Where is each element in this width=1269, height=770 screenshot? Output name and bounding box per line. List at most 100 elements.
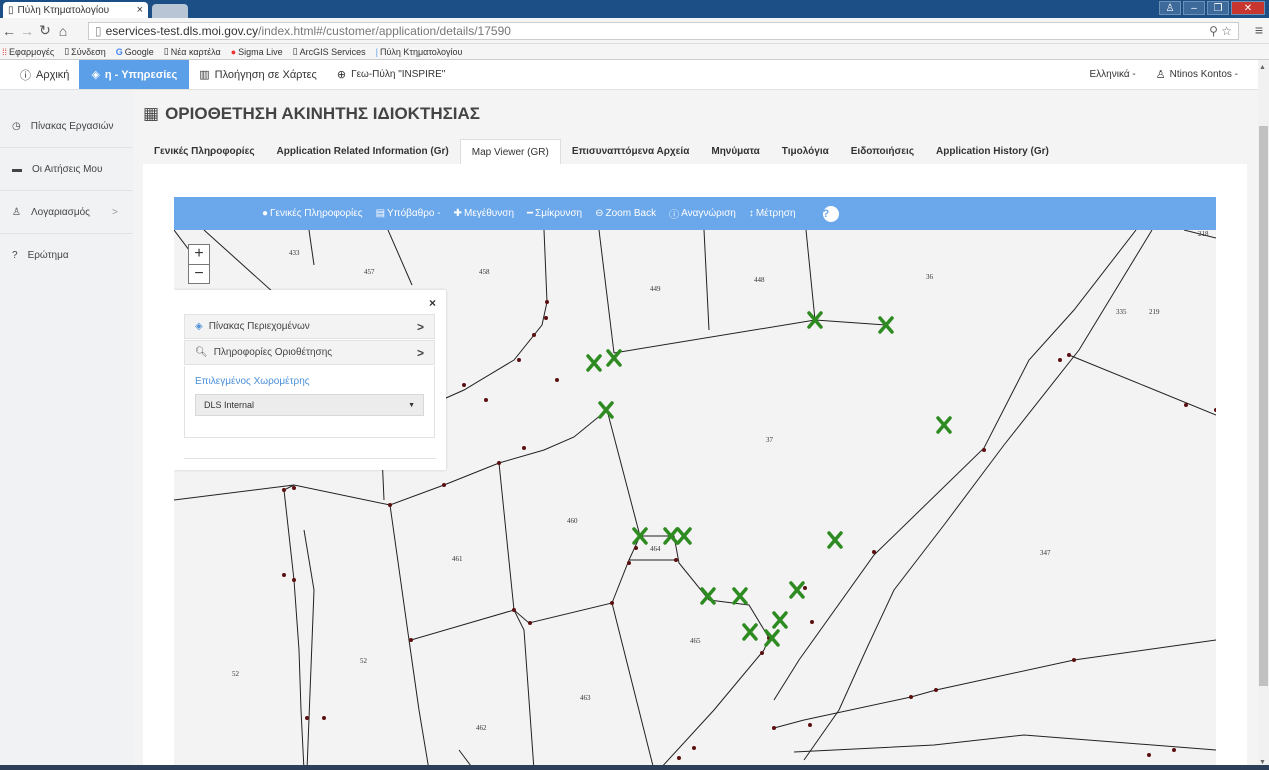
os-taskbar bbox=[0, 765, 1269, 770]
bookmark-sigma[interactable]: ● Sigma Live bbox=[231, 47, 283, 57]
survey-marker-icon[interactable] bbox=[827, 531, 843, 549]
sidebar-item-my-applications[interactable]: ▬ Οι Αιτήσεις Μου bbox=[0, 148, 133, 191]
minimize-button[interactable]: – bbox=[1183, 1, 1205, 15]
menu-icon[interactable]: ≡ bbox=[1255, 22, 1263, 38]
sidebar-item-account[interactable]: ♙ Λογαριασμός > bbox=[0, 191, 133, 234]
clock-icon: ◷ bbox=[12, 120, 21, 132]
nav-home[interactable]: ⓘ Αρχική bbox=[0, 60, 79, 89]
bookmark-portal[interactable]: | Πύλη Κτηματολογίου bbox=[376, 47, 463, 57]
survey-marker-icon[interactable] bbox=[772, 611, 788, 629]
survey-marker-icon[interactable] bbox=[676, 527, 692, 545]
surveyor-select[interactable]: DLS Internal ▼ bbox=[195, 394, 424, 416]
tab-messages[interactable]: Μηνύματα bbox=[700, 139, 770, 165]
map-zoom-out-button[interactable]: − bbox=[189, 264, 209, 283]
survey-marker-icon[interactable] bbox=[700, 587, 716, 605]
survey-marker-icon[interactable] bbox=[598, 401, 614, 419]
vertex-point bbox=[409, 638, 413, 642]
zoom-back-button[interactable]: ⊖ Zoom Back bbox=[595, 208, 656, 219]
reload-icon[interactable]: ↻ bbox=[36, 22, 54, 39]
tab-attachments[interactable]: Επισυναπτόμενα Αρχεία bbox=[561, 139, 701, 165]
parcel-label: 462 bbox=[476, 724, 487, 732]
forward-icon[interactable]: → bbox=[18, 23, 36, 39]
parcel-boundary bbox=[703, 230, 710, 331]
survey-marker-icon[interactable] bbox=[732, 587, 748, 605]
close-panel-button[interactable]: × bbox=[429, 296, 436, 310]
help-icon[interactable]: ? bbox=[822, 205, 839, 222]
vertex-point bbox=[909, 695, 913, 699]
sidebar-item-dashboard[interactable]: ◷ Πίνακας Εργασιών bbox=[0, 105, 133, 148]
page-scrollbar[interactable]: ▲ ▼ bbox=[1258, 60, 1269, 770]
bookmark-google[interactable]: G Google bbox=[116, 47, 154, 57]
map-zoom-control: + − bbox=[188, 244, 210, 284]
home-icon[interactable]: ⌂ bbox=[54, 23, 72, 39]
url-path: /index.html#/customer/application/detail… bbox=[258, 24, 511, 38]
zoom-out-button[interactable]: ━ Σμίκρυνση bbox=[527, 208, 582, 219]
browser-tab[interactable]: ▯ Πύλη Κτηματολογίου × bbox=[3, 2, 148, 18]
vertex-point bbox=[1067, 353, 1071, 357]
vertex-point bbox=[388, 503, 392, 507]
vertex-point bbox=[808, 723, 812, 727]
vertex-point bbox=[1072, 658, 1076, 662]
tab-map-viewer[interactable]: Map Viewer (GR) bbox=[459, 139, 561, 165]
tab-history[interactable]: Application History (Gr) bbox=[925, 139, 1060, 165]
parcel-label: 52 bbox=[232, 670, 240, 678]
survey-marker-icon[interactable] bbox=[789, 581, 805, 599]
vertex-point bbox=[532, 333, 536, 337]
sidebar-item-query[interactable]: ? Ερώτημα bbox=[0, 234, 133, 277]
nav-map-navigation[interactable]: ▥ Πλοήγηση σε Χάρτες bbox=[189, 60, 327, 89]
tab-notifications[interactable]: Ειδοποιήσεις bbox=[840, 139, 925, 165]
url-field[interactable]: ▯ eservices-test.dls.moi.gov.cy/index.ht… bbox=[88, 22, 1239, 40]
scrollbar-thumb[interactable] bbox=[1259, 126, 1268, 686]
bookmark-login[interactable]: ▯ Σύνδεση bbox=[64, 46, 106, 57]
basemap-dropdown[interactable]: ▤ Υπόβαθρο - bbox=[376, 208, 441, 219]
tab-related-info[interactable]: Application Related Information (Gr) bbox=[266, 139, 460, 165]
bookmark-apps[interactable]: ⁞⁞ Εφαρμογές bbox=[2, 47, 54, 57]
user-icon[interactable]: ♙ bbox=[1159, 1, 1181, 15]
survey-marker-icon[interactable] bbox=[742, 623, 758, 641]
tab-general-info[interactable]: Γενικές Πληροφορίες bbox=[143, 139, 266, 165]
info-icon: ● bbox=[262, 208, 269, 219]
grid-icon: ▤ bbox=[375, 208, 386, 219]
tab-invoices[interactable]: Τιμολόγια bbox=[771, 139, 840, 165]
vertex-point bbox=[772, 726, 776, 730]
nav-services[interactable]: ◈ η - Υπηρεσίες bbox=[79, 60, 190, 89]
back-icon[interactable]: ← bbox=[0, 23, 18, 39]
general-info-button[interactable]: ● Γενικές Πληροφορίες bbox=[262, 208, 363, 219]
vertex-point bbox=[545, 300, 549, 304]
user-menu[interactable]: ♙ Ntinos Kontos - bbox=[1156, 68, 1238, 81]
measure-button[interactable]: ↕ Μέτρηση bbox=[749, 208, 796, 219]
bookmark-new-tab[interactable]: ▯ Νέα καρτέλα bbox=[164, 46, 221, 57]
nav-geo-portal[interactable]: ⊕ Γεω-Πύλη "INSPIRE" bbox=[327, 60, 455, 89]
search-icon: 🔍︎ bbox=[195, 347, 208, 358]
restore-button[interactable]: ❐ bbox=[1207, 1, 1229, 15]
parcel-label: 52 bbox=[360, 657, 368, 665]
chevron-right-icon: > bbox=[112, 206, 118, 218]
zoom-in-button[interactable]: ✚ Μεγέθυνση bbox=[454, 208, 514, 219]
bookmark-arcgis[interactable]: ▯ ArcGIS Services bbox=[293, 46, 366, 57]
parcel-label: 433 bbox=[289, 249, 300, 257]
minus-icon: ━ bbox=[527, 208, 534, 219]
scroll-up-icon[interactable]: ▲ bbox=[1259, 64, 1266, 71]
ruler-icon: ↕ bbox=[748, 208, 754, 219]
map-zoom-in-button[interactable]: + bbox=[189, 245, 209, 264]
close-window-button[interactable]: ✕ bbox=[1231, 1, 1265, 15]
language-dropdown[interactable]: Ελληνικά - bbox=[1090, 69, 1136, 80]
map-canvas[interactable]: 433 457 458 449 448 36 218 335 219 37 460 464 461 347… bbox=[174, 230, 1216, 770]
identify-button[interactable]: ⓘ Αναγνώριση bbox=[669, 206, 736, 221]
survey-marker-icon[interactable] bbox=[586, 354, 602, 372]
question-icon: ? bbox=[12, 250, 18, 261]
map-toolbar: ● Γενικές Πληροφορίες ▤ Υπόβαθρο - ✚ Μεγέθυ… bbox=[174, 197, 1216, 230]
parcel-boundary bbox=[598, 230, 615, 354]
parcel-label: 37 bbox=[766, 436, 774, 444]
tab-close-button[interactable]: × bbox=[137, 4, 143, 16]
new-tab-button[interactable] bbox=[152, 4, 188, 18]
accordion-toc[interactable]: ◈ Πίνακας Περιεχομένων > bbox=[184, 314, 435, 339]
accordion-delineation-info[interactable]: 🔍︎ Πληροφορίες Οριοθέτησης > bbox=[184, 340, 435, 365]
user-icon: ♙ bbox=[1155, 69, 1166, 81]
survey-marker-icon[interactable] bbox=[936, 416, 952, 434]
zoom-star-icons[interactable]: ⚲ ☆ bbox=[1209, 24, 1232, 38]
vertex-point bbox=[462, 383, 466, 387]
parcel-label: 335 bbox=[1116, 308, 1127, 316]
chevron-right-icon: > bbox=[416, 345, 424, 360]
survey-marker-icon[interactable] bbox=[606, 349, 622, 367]
